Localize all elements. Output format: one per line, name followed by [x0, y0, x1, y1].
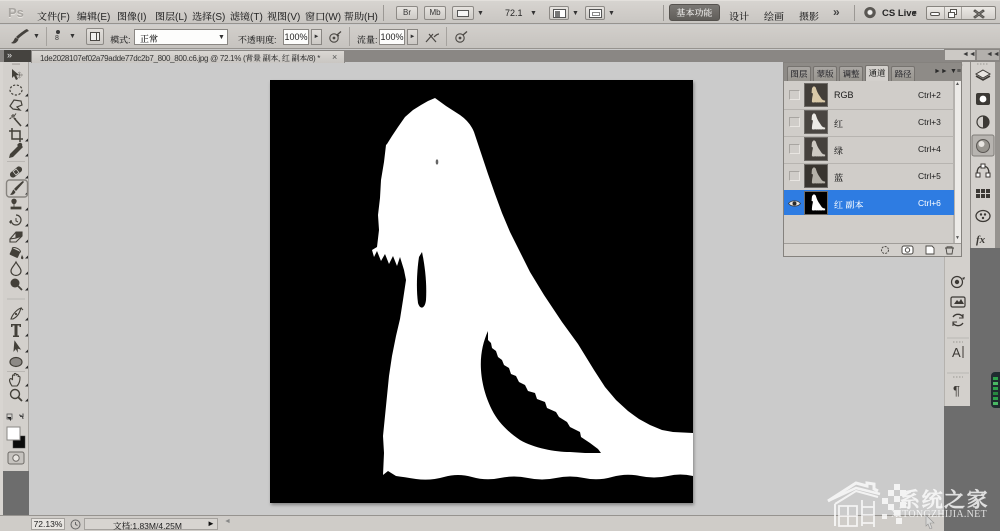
svg-text:¶: ¶ — [953, 383, 960, 398]
svg-text:fx: fx — [976, 234, 986, 246]
svg-text:A: A — [952, 345, 961, 360]
